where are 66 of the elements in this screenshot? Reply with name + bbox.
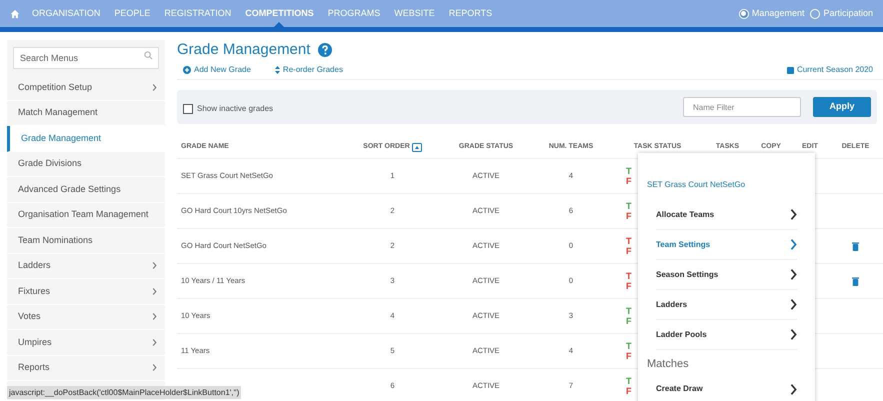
sidebar-item[interactable]: Advanced Grade Settings	[7, 177, 165, 202]
search-field[interactable]: Search Menus	[13, 47, 159, 69]
sidebar-item[interactable]: Ladders	[7, 254, 165, 279]
chevron-right-icon	[152, 84, 157, 91]
search-icon	[144, 51, 153, 60]
sidebar-item[interactable]: Team Nominations	[7, 228, 165, 254]
trash-icon[interactable]	[852, 242, 859, 250]
chevron-right-icon	[790, 269, 797, 280]
sidebar-item[interactable]: Grade Management	[7, 126, 165, 152]
plus-circle-icon	[183, 66, 191, 74]
chevron-right-icon	[152, 364, 157, 372]
reorder-link[interactable]: Re-order Grades	[274, 64, 343, 76]
popup-menu-item[interactable]: Ladders	[656, 290, 797, 320]
calendar-icon	[786, 66, 794, 74]
task-status-label: T	[626, 271, 632, 281]
sort-icon	[274, 66, 280, 74]
sidebar-item[interactable]: Votes	[7, 304, 165, 330]
popup-menu-item[interactable]: Ladder Pools	[656, 320, 797, 350]
chevron-right-icon	[790, 239, 797, 250]
task-status-label: T	[626, 306, 632, 316]
sidebar-item[interactable]: Umpires	[7, 330, 165, 356]
popup-menu-item[interactable]: Create Draw	[656, 374, 797, 401]
task-status-label: F	[626, 246, 632, 256]
radio-label: Participation	[823, 6, 873, 20]
task-status-label: T	[626, 341, 632, 351]
task-status-label: T	[626, 236, 632, 246]
trash-icon[interactable]	[852, 276, 859, 286]
chevron-right-icon	[152, 313, 157, 320]
radio-button[interactable]	[810, 8, 820, 18]
task-status-label: T	[626, 376, 632, 386]
home-icon[interactable]	[10, 8, 20, 18]
sidebar-item[interactable]: Organisation Team Management	[7, 202, 165, 228]
popup-title: SET Grass Court NetSetGo	[647, 180, 746, 189]
section-heading: Matches	[647, 357, 690, 372]
task-status-label: T	[626, 201, 632, 211]
chevron-right-icon	[152, 262, 157, 270]
add-grade-link[interactable]: Add New Grade	[183, 64, 251, 76]
radio-label: Management	[752, 6, 804, 20]
chevron-right-icon	[790, 329, 797, 340]
task-status-label: T	[626, 166, 632, 176]
sort-ascending-icon	[412, 142, 422, 152]
task-status-label: F	[626, 351, 632, 361]
page-title: Grade Management	[177, 40, 310, 60]
task-status-label: F	[626, 386, 632, 396]
chevron-right-icon	[790, 299, 797, 310]
chevron-right-icon	[152, 338, 157, 346]
status-bar-tooltip: javascript:__doPostBack('ctl00$MainPlaceHolder$LinkButton1','')	[7, 386, 242, 399]
task-status-label: F	[626, 211, 632, 221]
apply-button[interactable]: Apply	[813, 97, 871, 117]
popup-menu-item[interactable]: Team Settings	[656, 230, 797, 260]
chevron-right-icon	[790, 384, 797, 394]
task-status-label: F	[626, 281, 632, 291]
task-status-label: F	[626, 316, 632, 326]
radio-button[interactable]	[738, 8, 749, 18]
sidebar-item[interactable]: Competition Setup	[7, 75, 165, 100]
sidebar-item[interactable]: Grade Divisions	[7, 152, 165, 177]
sidebar-item[interactable]: Fixtures	[7, 279, 165, 304]
help-icon[interactable]	[318, 43, 332, 57]
season-link[interactable]: Current Season 2020	[786, 64, 873, 76]
name-filter-field[interactable]: Name Filter	[683, 97, 801, 117]
task-status-label: F	[626, 176, 632, 186]
chevron-right-icon	[790, 209, 797, 220]
popup-menu-item[interactable]: Season Settings	[656, 260, 797, 290]
chevron-right-icon	[152, 288, 157, 295]
sidebar-item[interactable]: Reports	[7, 356, 165, 381]
popup-menu-item[interactable]: Allocate Teams	[656, 200, 797, 230]
